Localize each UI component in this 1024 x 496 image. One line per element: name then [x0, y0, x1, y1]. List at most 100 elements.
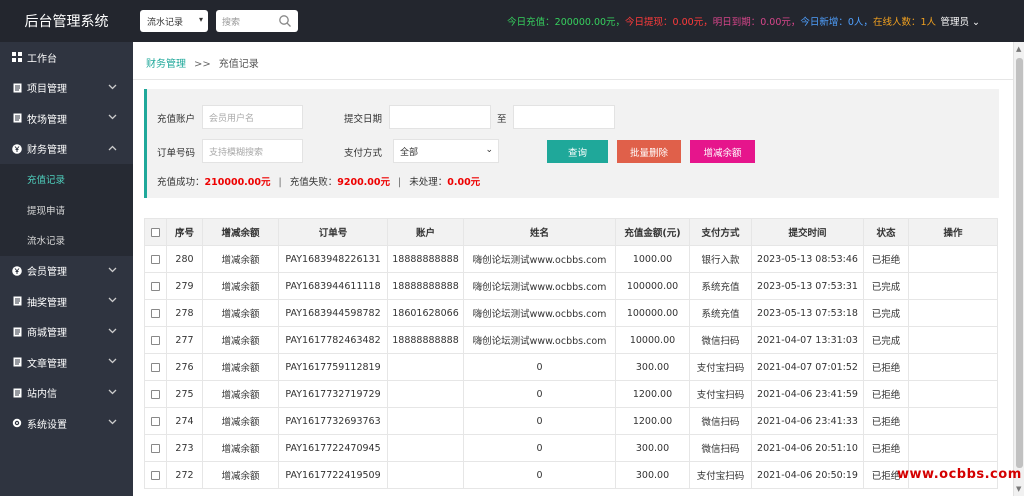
batch-delete-button[interactable]: 批量删除 — [617, 140, 681, 163]
cell-method: 系统充值 — [689, 272, 752, 300]
cell-id: 273 — [166, 434, 203, 462]
sidebar: 工作台项目管理牧场管理 财务管理 充值记录 提现申请 流水记录 会员管理抽奖管理商城管理文… — [0, 42, 133, 496]
cell-account[interactable]: 18601628066 — [387, 299, 464, 327]
cell-name: 0 — [463, 407, 616, 435]
select-all-checkbox[interactable] — [144, 218, 167, 246]
cell-actions — [908, 380, 998, 408]
checkbox-icon[interactable] — [151, 416, 160, 426]
pending-value: 0.00元 — [447, 177, 481, 188]
row-checkbox[interactable] — [144, 353, 167, 381]
sidebar-item[interactable]: 项目管理 — [0, 73, 133, 104]
summary: 充值成功：210000.00元 | 充值失败：9200.00元 | 未处理：0.00元 — [157, 174, 480, 188]
finance-icon — [12, 143, 22, 154]
row-checkbox[interactable] — [144, 326, 167, 354]
cell-adjust[interactable]: 增减余额 — [202, 434, 279, 462]
cell-amount: 100000.00 — [615, 299, 690, 327]
checkbox-icon[interactable] — [151, 362, 160, 372]
cell-account[interactable]: 18888888888 — [387, 326, 464, 354]
cell-actions — [908, 353, 998, 381]
scroll-down-icon[interactable]: ▼ — [1016, 485, 1021, 493]
sidebar-item[interactable]: 工作台 — [0, 42, 133, 73]
doc-icon — [12, 327, 22, 337]
row-checkbox[interactable] — [144, 434, 167, 462]
record-type-value: 流水记录 — [147, 17, 184, 28]
cell-account[interactable] — [387, 353, 464, 381]
column-header: 状态 — [863, 218, 909, 246]
row-checkbox[interactable] — [144, 461, 167, 489]
sidebar-item[interactable]: 文章管理 — [0, 347, 133, 378]
account-input[interactable]: 会员用户名 — [202, 105, 303, 129]
page-scrollbar[interactable]: ▲ ▼ — [1013, 42, 1024, 496]
sidebar-item[interactable]: 商城管理 — [0, 317, 133, 348]
sidebar-item[interactable]: 会员管理 — [0, 256, 133, 287]
cell-adjust[interactable]: 增减余额 — [202, 245, 279, 273]
sidebar-item-label: 抽奖管理 — [27, 297, 67, 309]
cell-account[interactable]: 18888888888 — [387, 245, 464, 273]
cell-adjust[interactable]: 增减余额 — [202, 461, 279, 489]
cell-adjust[interactable]: 增减余额 — [202, 326, 279, 354]
cell-adjust[interactable]: 增减余额 — [202, 299, 279, 327]
search-placeholder: 搜索 — [222, 17, 241, 28]
account-label: 充值账户 — [157, 114, 196, 125]
checkbox-icon[interactable] — [151, 254, 160, 264]
fail-value: 9200.00元 — [337, 177, 391, 188]
cell-adjust[interactable]: 增减余额 — [202, 353, 279, 381]
checkbox-icon[interactable] — [151, 281, 160, 291]
cell-account[interactable] — [387, 461, 464, 489]
chevron-down-icon — [108, 327, 117, 337]
cell-adjust[interactable]: 增减余额 — [202, 272, 279, 300]
cell-id: 272 — [166, 461, 203, 489]
row-checkbox[interactable] — [144, 245, 167, 273]
sidebar-item[interactable]: 财务管理 — [0, 134, 133, 165]
adjust-balance-button[interactable]: 增减余额 — [690, 140, 755, 163]
sidebar-subitem[interactable]: 流水记录 — [0, 225, 133, 256]
checkbox-icon[interactable] — [151, 308, 160, 318]
cell-name: 0 — [463, 434, 616, 462]
checkbox-icon[interactable] — [151, 335, 160, 345]
checkbox-icon[interactable] — [151, 389, 160, 399]
row-checkbox[interactable] — [144, 380, 167, 408]
cell-method: 支付宝扫码 — [689, 461, 752, 489]
gear-icon — [12, 418, 22, 428]
cell-account[interactable] — [387, 380, 464, 408]
breadcrumb-root[interactable]: 财务管理 — [146, 59, 186, 70]
query-button[interactable]: 查询 — [547, 140, 608, 163]
success-value: 210000.00元 — [204, 177, 271, 188]
record-type-select[interactable]: 流水记录 ▾ — [140, 10, 208, 32]
sidebar-item[interactable]: 站内信 — [0, 378, 133, 409]
column-header: 增减余额 — [202, 218, 279, 246]
sidebar-subitem[interactable]: 充值记录 — [0, 164, 133, 195]
pay-method-select[interactable]: 全部 ⌄ — [393, 139, 499, 163]
watermark: www.ocbbs.com — [897, 467, 1022, 482]
checkbox-icon[interactable] — [151, 227, 160, 237]
sidebar-subitem[interactable]: 提现申请 — [0, 195, 133, 226]
cell-account[interactable] — [387, 407, 464, 435]
row-checkbox[interactable] — [144, 272, 167, 300]
date-start-input[interactable] — [389, 105, 491, 129]
cell-id: 276 — [166, 353, 203, 381]
cell-name: 嗨创论坛测试www.ocbbs.com — [463, 245, 616, 273]
scrollbar-thumb[interactable] — [1016, 58, 1023, 468]
sidebar-item-label: 项目管理 — [27, 84, 67, 96]
date-end-input[interactable] — [513, 105, 615, 129]
cell-account[interactable]: 18888888888 — [387, 272, 464, 300]
cell-name: 0 — [463, 353, 616, 381]
checkbox-icon[interactable] — [151, 470, 160, 480]
sidebar-item[interactable]: 牧场管理 — [0, 103, 133, 134]
checkbox-icon[interactable] — [151, 443, 160, 453]
search-input[interactable]: 搜索 — [216, 10, 298, 32]
summary-sep: | — [398, 177, 402, 188]
search-icon[interactable] — [278, 14, 292, 28]
cell-account[interactable] — [387, 434, 464, 462]
cell-adjust[interactable]: 增减余额 — [202, 407, 279, 435]
order-input[interactable]: 支持模糊搜索 — [202, 139, 303, 163]
sidebar-item[interactable]: 系统设置 — [0, 408, 133, 439]
cell-method: 银行入款 — [689, 245, 752, 273]
sidebar-item[interactable]: 抽奖管理 — [0, 286, 133, 317]
cell-amount: 300.00 — [615, 434, 690, 462]
scroll-up-icon[interactable]: ▲ — [1016, 45, 1021, 53]
row-checkbox[interactable] — [144, 299, 167, 327]
cell-adjust[interactable]: 增减余额 — [202, 380, 279, 408]
row-checkbox[interactable] — [144, 407, 167, 435]
admin-menu[interactable]: 管理员 ⌄ — [941, 14, 981, 28]
